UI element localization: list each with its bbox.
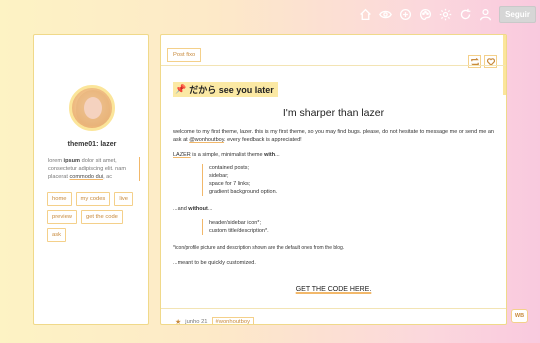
sidebar-link-ask[interactable]: ask [47, 228, 67, 242]
description-link[interactable]: commodo dui [69, 174, 103, 180]
reblog-button[interactable] [468, 55, 481, 68]
top-toolbar: Seguir [357, 6, 536, 23]
divider [161, 308, 506, 309]
blog-title: theme01: lazer [67, 141, 117, 148]
post-heading-text: だから see you later [189, 85, 274, 95]
sidebar: theme01: lazer lorem ipsum dolor sit ame… [33, 34, 149, 325]
star-icon: ★ [175, 319, 182, 325]
list-item: contained posts; [209, 165, 250, 171]
blog-description: lorem ipsum dolor sit amet, consectetur … [48, 157, 140, 181]
palette-icon[interactable] [417, 7, 433, 23]
plus-circle-icon[interactable] [397, 7, 413, 23]
post-subtitle: I'm sharper than lazer [282, 107, 385, 119]
ask-handle-link[interactable]: @wonhoutboy [189, 137, 224, 143]
sidebar-link-home[interactable]: home [47, 192, 72, 206]
get-code-link[interactable]: GET THE CODE HERE. [296, 286, 372, 293]
pinned-tag: Post fixo [167, 48, 202, 62]
sidebar-links: home my codes live preview get the code … [47, 192, 143, 242]
without-paragraph: ...and without... [173, 206, 213, 212]
user-icon[interactable] [477, 7, 493, 23]
post-date[interactable]: junho 21 [185, 319, 207, 324]
footnote: *icon/profile picture and description sh… [173, 245, 345, 251]
list-item: sidebar; [209, 173, 229, 179]
credit-badge[interactable]: WB [511, 309, 528, 323]
pinned-post: Post fixo 📌 だから see you later I'm sharpe… [160, 34, 507, 325]
post-heading: 📌 だから see you later [173, 82, 278, 97]
post-actions [468, 55, 497, 68]
list-item: space for 7 links; [209, 181, 251, 187]
pin-icon: 📌 [175, 84, 187, 94]
list-item: custom title/description*. [209, 228, 269, 234]
cta-wrapper: GET THE CODE HERE. [161, 278, 506, 296]
refresh-icon[interactable] [457, 7, 473, 23]
post-footer: ★ junho 21 #wonhoutboy [175, 317, 255, 325]
settings-icon[interactable] [437, 7, 453, 23]
sidebar-link-my-codes[interactable]: my codes [75, 192, 111, 206]
without-list: header/sidebar icon*; custom title/descr… [202, 219, 269, 235]
divider [161, 65, 506, 66]
eye-icon[interactable] [377, 7, 393, 23]
list-item: gradient background option. [209, 189, 278, 195]
sidebar-link-live[interactable]: live [114, 192, 134, 206]
home-icon[interactable] [357, 7, 373, 23]
meant-paragraph: ...meant to be quickly customized. [173, 260, 256, 266]
follow-button[interactable]: Seguir [499, 6, 536, 23]
with-list: contained posts; sidebar; space for 7 li… [202, 164, 277, 196]
list-item: header/sidebar icon*; [209, 220, 261, 226]
post-tag[interactable]: #wonhoutboy [211, 317, 255, 324]
lazer-paragraph: LAZER is a simple, minimalist theme with… [173, 152, 280, 158]
sidebar-link-preview[interactable]: preview [47, 210, 77, 224]
sidebar-link-get-the-code[interactable]: get the code [80, 210, 123, 224]
avatar [69, 85, 115, 131]
welcome-paragraph: welcome to my first theme, lazer. this i… [173, 129, 494, 143]
like-button[interactable] [484, 55, 497, 68]
